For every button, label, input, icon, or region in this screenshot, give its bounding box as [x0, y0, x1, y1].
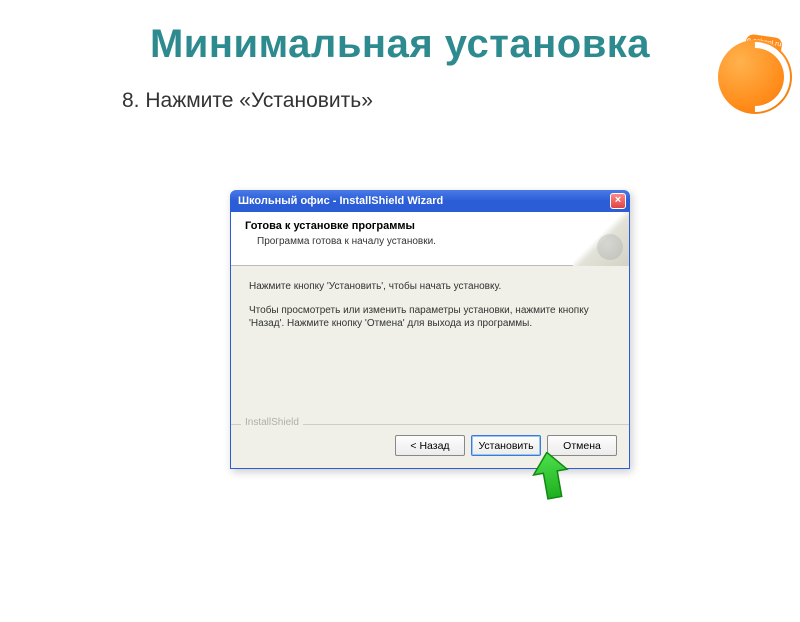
dialog-footer: InstallShield < Назад Установить Отмена [231, 424, 629, 468]
body-line-2: Чтобы просмотреть или изменить параметры… [249, 304, 611, 331]
logo-circle-icon [718, 40, 792, 114]
dialog-header: Готова к установке программы Программа г… [231, 212, 629, 266]
close-icon: × [615, 194, 621, 206]
install-dialog: Школьный офис - InstallShield Wizard × Г… [230, 190, 630, 469]
close-button[interactable]: × [610, 193, 626, 209]
step-instruction: 8. Нажмите «Установить» [122, 89, 800, 113]
titlebar: Школьный офис - InstallShield Wizard × [230, 190, 630, 212]
install-button[interactable]: Установить [471, 435, 541, 456]
dialog-body: Готова к установке программы Программа г… [230, 212, 630, 469]
body-line-1: Нажмите кнопку 'Установить', чтобы начат… [249, 280, 611, 294]
slide-title: Минимальная установка [0, 22, 800, 67]
dialog-header-title: Готова к установке программы [245, 220, 549, 232]
back-button[interactable]: < Назад [395, 435, 465, 456]
cancel-button[interactable]: Отмена [547, 435, 617, 456]
dialog-header-subtitle: Программа готова к началу установки. [257, 236, 549, 247]
dialog-content: Нажмите кнопку 'Установить', чтобы начат… [231, 266, 629, 424]
header-decor-icon [573, 212, 629, 266]
window-title: Школьный офис - InstallShield Wizard [238, 195, 443, 207]
logo: e-school.ru [718, 40, 792, 114]
installshield-brand: InstallShield [241, 417, 303, 428]
